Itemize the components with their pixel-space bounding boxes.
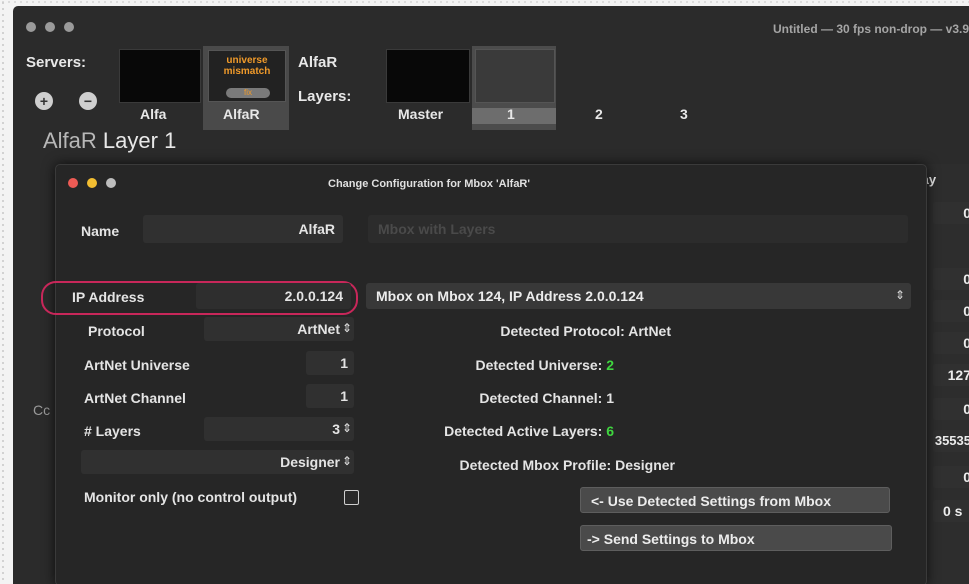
- monitor-only-checkbox[interactable]: [344, 490, 359, 505]
- minus-icon: −: [83, 93, 93, 109]
- name-value: AlfaR: [298, 221, 335, 237]
- selected-server-name: AlfaR: [298, 54, 338, 71]
- protocol-label: Protocol: [88, 323, 145, 339]
- detected-universe-value: 2: [606, 357, 614, 373]
- artnet-channel-field[interactable]: 1: [306, 384, 354, 408]
- layers-count-select[interactable]: 3 ⇕: [204, 417, 354, 441]
- server-thumbnail-alfar[interactable]: universe mismatch fix: [208, 50, 286, 102]
- dialog-title: Change Configuration for Mbox 'AlfaR': [328, 178, 530, 190]
- background-value-field[interactable]: 0: [933, 202, 969, 224]
- artnet-universe-field[interactable]: 1: [306, 351, 354, 375]
- background-value-field[interactable]: 0: [933, 268, 969, 290]
- layer-name-3[interactable]: 3: [680, 106, 688, 122]
- detected-universe: Detected Universe: 2: [475, 357, 614, 373]
- layer-name-2[interactable]: 2: [595, 106, 603, 122]
- ip-address-field[interactable]: 2.0.0.124: [196, 283, 351, 309]
- name-label: Name: [81, 223, 120, 239]
- servers-label: Servers:: [26, 54, 87, 71]
- window-title: Untitled — 30 fps non-drop — v3.9: [772, 22, 969, 36]
- layer-name-1[interactable]: 1: [507, 106, 515, 122]
- background-value-field[interactable]: 0 s: [933, 500, 969, 522]
- minimize-window-button[interactable]: [45, 22, 55, 32]
- use-detected-settings-button[interactable]: <- Use Detected Settings from Mbox: [580, 487, 890, 513]
- profile-select[interactable]: Designer ⇕: [81, 450, 354, 474]
- ip-address-label: IP Address: [72, 289, 145, 305]
- main-window: Untitled — 30 fps non-drop — v3.9 Server…: [13, 6, 969, 584]
- server-name-alfa[interactable]: Alfa: [140, 106, 166, 122]
- mode-select[interactable]: Mbox with Layers: [368, 215, 908, 243]
- layer-header-server: AlfaR: [43, 128, 97, 153]
- add-server-button[interactable]: +: [35, 92, 53, 110]
- detected-layers-value: 6: [606, 423, 614, 439]
- artnet-universe-value: 1: [340, 355, 348, 371]
- layer-header-layer: Layer 1: [102, 128, 177, 153]
- profile-value: Designer: [280, 454, 340, 470]
- screenshot-dotted-edge-top: [0, 0, 969, 4]
- layers-label: Layers:: [298, 88, 352, 105]
- background-value-field[interactable]: 35535: [933, 430, 969, 452]
- universe-mismatch-warning-line1: universe: [226, 55, 268, 66]
- detected-device-select[interactable]: Mbox on Mbox 124, IP Address 2.0.0.124 ⇕: [366, 283, 911, 309]
- layer-header: AlfaR Layer 1: [43, 128, 176, 154]
- fix-mismatch-button[interactable]: fix: [226, 88, 270, 98]
- detected-device-value: Mbox on Mbox 124, IP Address 2.0.0.124: [376, 288, 644, 304]
- title-bar: Untitled — 30 fps non-drop — v3.9: [13, 6, 969, 46]
- protocol-select[interactable]: ArtNet ⇕: [204, 317, 354, 341]
- detected-protocol: Detected Protocol: ArtNet: [500, 323, 671, 339]
- universe-mismatch-warning-line2: mismatch: [223, 66, 271, 77]
- close-window-button[interactable]: [26, 22, 36, 32]
- remove-server-button[interactable]: −: [79, 92, 97, 110]
- background-value-field[interactable]: 0: [933, 332, 969, 354]
- layers-count-value: 3: [332, 421, 340, 437]
- protocol-value: ArtNet: [297, 321, 340, 337]
- monitor-only-label: Monitor only (no control output): [84, 489, 298, 505]
- layer-name-master[interactable]: Master: [398, 106, 443, 122]
- layer-thumbnail-1[interactable]: [475, 49, 555, 103]
- background-value-field[interactable]: 0: [933, 300, 969, 322]
- ip-address-value: 2.0.0.124: [284, 288, 343, 304]
- select-arrows-icon: ⇕: [341, 454, 352, 468]
- server-name-alfar[interactable]: AlfaR: [223, 106, 260, 122]
- select-arrows-icon: ⇕: [894, 288, 905, 302]
- select-arrows-icon: ⇕: [341, 321, 352, 335]
- detected-mbox-profile: Detected Mbox Profile: Designer: [459, 457, 675, 473]
- detected-active-layers: Detected Active Layers: 6: [444, 423, 614, 439]
- select-arrows-icon: ⇕: [341, 421, 352, 435]
- layer-thumbnail-master[interactable]: [386, 49, 470, 103]
- background-value-field[interactable]: 127: [933, 364, 969, 386]
- plus-icon: +: [39, 93, 49, 109]
- artnet-channel-label: ArtNet Channel: [84, 390, 186, 406]
- detected-channel: Detected Channel: 1: [479, 390, 614, 406]
- change-configuration-dialog: Change Configuration for Mbox 'AlfaR' Na…: [41, 164, 927, 584]
- mode-placeholder: Mbox with Layers: [378, 221, 496, 237]
- layers-count-label: # Layers: [84, 423, 141, 439]
- background-cut-label: Cc: [33, 402, 51, 418]
- artnet-channel-value: 1: [340, 388, 348, 404]
- screenshot-dotted-edge-left: [0, 0, 6, 584]
- background-value-field[interactable]: 0: [933, 398, 969, 420]
- send-settings-button[interactable]: -> Send Settings to Mbox: [580, 525, 892, 551]
- server-thumbnail-alfa[interactable]: [119, 49, 201, 103]
- artnet-universe-label: ArtNet Universe: [84, 357, 190, 373]
- background-value-field[interactable]: 0: [933, 466, 969, 488]
- zoom-window-button[interactable]: [64, 22, 74, 32]
- name-field[interactable]: AlfaR: [143, 215, 343, 243]
